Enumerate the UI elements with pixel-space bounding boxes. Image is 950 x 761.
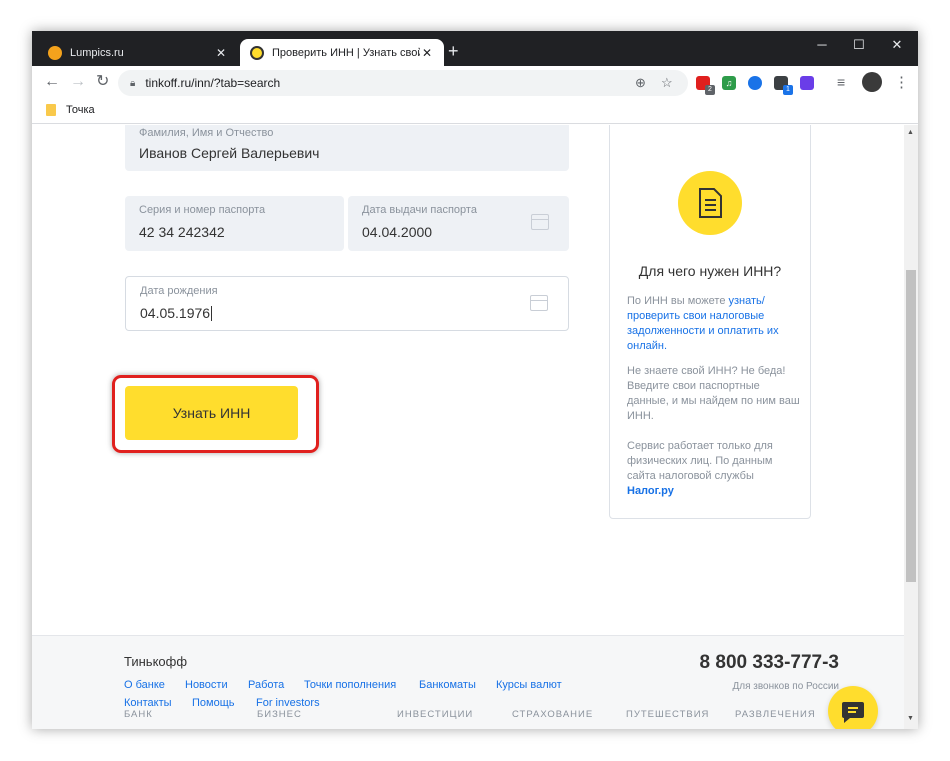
close-tab-icon[interactable]: ✕ — [420, 46, 434, 60]
calendar-icon[interactable] — [530, 295, 548, 311]
lock-icon: 🔒︎ — [130, 77, 136, 89]
bookmark-tochka[interactable]: Точка — [46, 104, 95, 116]
chat-button[interactable] — [828, 686, 878, 729]
info-card: Для чего нужен ИНН? По ИНН вы можете узн… — [609, 125, 811, 519]
info-paragraph-3: Сервис работает только для физических ли… — [627, 439, 802, 499]
passport-date-value: 04.04.2000 — [362, 224, 433, 240]
birth-date-label: Дата рождения — [140, 285, 218, 297]
info-title: Для чего нужен ИНН? — [638, 263, 782, 279]
passport-number-value: 42 34 242342 — [139, 224, 225, 240]
footer-category-business[interactable]: БИЗНЕС — [257, 709, 302, 720]
passport-date-field[interactable]: Дата выдачи паспорта 04.04.2000 — [348, 196, 569, 251]
maximize-button[interactable]: ☐ — [844, 37, 874, 53]
birth-date-value: 04.05.1976 — [140, 305, 213, 321]
footer-link-jobs[interactable]: Работа — [248, 679, 284, 691]
phone-note: Для звонков по России — [732, 681, 839, 692]
address-bar[interactable]: 🔒︎ tinkoff.ru/inn/?tab=search — [118, 70, 688, 96]
nalog-ru-link[interactable]: Налог.ру — [627, 485, 674, 497]
passport-number-field[interactable]: Серия и номер паспорта 42 34 242342 — [125, 196, 344, 251]
tab-lumpics[interactable]: Lumpics.ru ✕ — [38, 39, 238, 66]
footer-category-insurance[interactable]: СТРАХОВАНИЕ — [512, 709, 593, 720]
scrollbar[interactable]: ▲ ▼ — [904, 125, 918, 729]
music-extension-icon[interactable]: ♫ — [722, 76, 736, 90]
purple-extension-icon[interactable] — [800, 76, 814, 90]
tab-title: Lumpics.ru — [70, 46, 124, 59]
text-cursor — [211, 306, 213, 321]
info-paragraph-1: По ИНН вы можете узнать/ проверить свои … — [627, 294, 802, 354]
footer-category-bank[interactable]: БАНК — [124, 709, 153, 720]
scroll-up-arrow-icon[interactable]: ▲ — [907, 129, 914, 136]
full-name-field[interactable]: Фамилия, Имя и Отчество Иванов Сергей Ва… — [125, 125, 569, 171]
minimize-button[interactable]: ─ — [807, 37, 837, 52]
reload-icon[interactable]: ↻ — [96, 73, 109, 91]
passport-number-label: Серия и номер паспорта — [139, 204, 266, 216]
footer-link-contacts[interactable]: Контакты — [124, 697, 172, 709]
scroll-down-arrow-icon[interactable]: ▼ — [907, 715, 914, 722]
menu-dots-icon[interactable]: ⋮ — [894, 73, 909, 91]
tab-tinkoff-inn[interactable]: Проверить ИНН | Узнать свой И ✕ — [240, 39, 444, 66]
footer-category-entertainment[interactable]: РАЗВЛЕЧЕНИЯ — [735, 709, 816, 720]
footer-category-travel[interactable]: ПУТЕШЕСТВИЯ — [626, 709, 709, 720]
tab-strip: Lumpics.ru ✕ Проверить ИНН | Узнать свой… — [32, 31, 918, 66]
footer-category-investments[interactable]: ИНВЕСТИЦИИ — [397, 709, 473, 720]
extension-icon[interactable]: 2 — [696, 76, 715, 95]
bookmarks-bar: Точка — [32, 99, 918, 124]
tab-title: Проверить ИНН | Узнать свой И — [272, 46, 420, 59]
url-text: tinkoff.ru/inn/?tab=search — [145, 76, 281, 90]
close-window-button[interactable]: ✕ — [882, 37, 912, 53]
lumpics-favicon-icon — [48, 45, 62, 60]
footer-link-rates[interactable]: Курсы валют — [496, 679, 562, 691]
profile-avatar[interactable] — [862, 72, 882, 92]
document-icon — [678, 171, 742, 235]
new-tab-button[interactable]: + — [448, 42, 459, 60]
back-arrow-icon[interactable]: ← — [44, 73, 60, 91]
footer-link-news[interactable]: Новости — [185, 679, 228, 691]
footer-link-topup[interactable]: Точки пополнения — [304, 679, 396, 691]
browser-toolbar: ← → ↻ 🔒︎ tinkoff.ru/inn/?tab=search ⊕ ☆ … — [32, 66, 918, 99]
page-content: Фамилия, Имя и Отчество Иванов Сергей Ва… — [32, 125, 904, 729]
full-name-value: Иванов Сергей Валерьевич — [139, 145, 320, 161]
browser-window: Lumpics.ru ✕ Проверить ИНН | Узнать свой… — [32, 31, 918, 729]
bookmark-star-icon[interactable]: ☆ — [661, 75, 673, 91]
phone-number[interactable]: 8 800 333-777-3 — [700, 652, 839, 674]
add-page-icon[interactable]: ⊕ — [635, 75, 646, 91]
media-control-icon[interactable]: ≡ — [837, 74, 845, 90]
birth-date-text: 04.05.1976 — [140, 305, 211, 321]
chat-icon — [842, 702, 864, 723]
birth-date-field[interactable]: Дата рождения 04.05.1976 — [125, 276, 569, 331]
passport-date-label: Дата выдачи паспорта — [362, 204, 477, 216]
footer-link-about[interactable]: О банке — [124, 679, 165, 691]
globe-extension-icon[interactable] — [748, 76, 762, 90]
bookmark-folder-icon — [46, 104, 56, 116]
calendar-icon[interactable] — [531, 214, 549, 230]
close-tab-icon[interactable]: ✕ — [214, 46, 228, 60]
footer-link-help[interactable]: Помощь — [192, 697, 235, 709]
info-text: По ИНН вы можете — [627, 295, 729, 307]
box-extension-icon[interactable]: 1 — [774, 76, 793, 95]
tinkoff-favicon-icon — [250, 45, 264, 60]
full-name-label: Фамилия, Имя и Отчество — [139, 127, 274, 139]
info-text: Сервис работает только для физических ли… — [627, 440, 773, 482]
footer-brand: Тинькофф — [124, 654, 188, 669]
footer-link-investors[interactable]: For investors — [256, 697, 320, 709]
bookmark-label: Точка — [66, 104, 95, 116]
info-paragraph-2: Не знаете свой ИНН? Не беда! Введите сво… — [627, 365, 800, 422]
scroll-thumb[interactable] — [906, 270, 916, 582]
find-inn-button[interactable]: Узнать ИНН — [125, 386, 298, 440]
forward-arrow-icon[interactable]: → — [70, 73, 86, 91]
footer-link-atms[interactable]: Банкоматы — [419, 679, 476, 691]
